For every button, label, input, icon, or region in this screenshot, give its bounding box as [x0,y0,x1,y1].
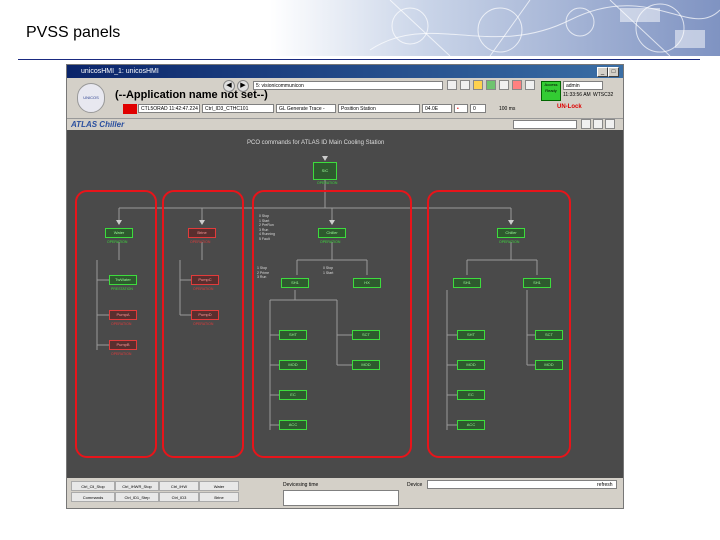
status-cell[interactable]: Brine [199,492,239,502]
slide-title: PVSS panels [26,24,121,41]
status-cell[interactable]: Ctrl_IHW [159,481,199,491]
node-ec[interactable]: EC [279,390,307,400]
node-pump1-status: OPERATION [111,322,132,326]
banner-graphic [270,0,720,56]
stop-icon[interactable] [512,80,522,90]
window-titlebar: unicosHMI_1: unicosHMI [67,65,623,78]
next-panel-icon[interactable] [593,119,603,129]
device-field[interactable] [427,480,617,489]
alarm-description: GL Generate Trace - Item1 [276,104,336,113]
forward-arrow-icon[interactable]: ▶ [237,80,249,92]
print-icon[interactable] [460,80,470,90]
node-sh2[interactable]: SH1 [453,278,481,288]
node-ec-2[interactable]: EC [457,390,485,400]
hmi-window: unicosHMI_1: unicosHMI _ □ UNICOS (--App… [66,64,624,509]
node-pump1[interactable]: PumpA [109,310,137,320]
status-cell[interactable]: Ctrl_IHWR_Stop [115,481,159,491]
node-chiller-2-status: OPERATION [499,240,520,244]
value-field: 04.0E [422,104,452,113]
access-status-badge: Access Ready [541,81,561,101]
url-field[interactable]: 5: visionicommunicon [253,81,443,90]
input-arrow-icon [116,220,122,225]
window-title: unicosHMI_1: unicosHMI [81,68,159,75]
device-label: Device [407,482,423,488]
refresh-button[interactable]: refresh [597,482,613,488]
node-acc[interactable]: ACC [279,420,307,430]
user-field[interactable]: admin [563,81,603,90]
node-mod-2[interactable]: MOD [352,360,380,370]
status-cell[interactable]: Ctrl_Cli_Stop [71,481,115,491]
node-sht-2[interactable]: SHT [457,330,485,340]
clock-time: 11:33:56 AM [563,92,591,98]
alarm-flag: • [454,104,468,113]
node-sic-status: OPERATION [317,181,338,185]
command-list-b: 1 Stop 2 Prime 3 Run [257,266,270,279]
close-panel-icon[interactable] [605,119,615,129]
node-mod-3[interactable]: MOD [457,360,485,370]
folder-icon[interactable] [473,80,483,90]
status-cell[interactable]: Ctrl_ID3 [159,492,199,502]
node-name: WTSC32 [593,92,614,98]
node-twater-status: PRESTATION [111,287,133,291]
alarm-device: Ctrl_ID3_CTHC101 [202,104,274,113]
atlas-chiller-label: ATLAS Chiller [71,120,125,129]
node-acc-2[interactable]: ACC [457,420,485,430]
status-cell[interactable]: Water [199,481,239,491]
help-icon[interactable] [525,80,535,90]
node-sh3[interactable]: SH1 [523,278,551,288]
input-arrow-icon [508,220,514,225]
unicos-logo: UNICOS [77,83,105,113]
position-field: Position Station [338,104,420,113]
title-divider [18,59,700,60]
node-pump4[interactable]: PumpD [191,310,219,320]
node-water[interactable]: Water [105,228,133,238]
node-brine-status: OPERATION [190,240,211,244]
status-cell[interactable]: Ctrl_ID1_Step [115,492,159,502]
command-list-a: 0 Stop 1 Start 2 PreRun 3 Run 4 Running 5 Fa… [259,214,275,241]
filter-label: Devicesing time [283,482,319,488]
refresh-icon[interactable] [486,80,496,90]
node-pump2-status: OPERATION [111,352,132,356]
node-pump4-status: OPERATION [193,322,214,326]
status-cell[interactable]: Commands [71,492,115,502]
rate-label: 100 ms [499,106,516,112]
node-chiller-1-status: OPERATION [320,240,341,244]
node-pump2[interactable]: PumpB [109,340,137,350]
prev-panel-icon[interactable] [581,119,591,129]
toolbar: UNICOS (--Application name not set--) ◀ … [67,79,623,117]
node-pump3-status: OPERATION [193,287,214,291]
node-hx[interactable]: HX [353,278,381,288]
node-twater[interactable]: TwWater [109,275,137,285]
node-pump3[interactable]: PumpC [191,275,219,285]
bottom-status-area: Ctrl_Cli_Stop Ctrl_IHWR_Stop Ctrl_IHW Wa… [67,478,623,508]
alarm-timestamp: CTL5ORAD 11:42:47.224 [138,104,200,113]
command-list-c: 0 Stop 1 Start [323,266,334,275]
node-sic[interactable]: SIC [313,162,337,180]
node-mod-4[interactable]: MOD [535,360,563,370]
node-sht[interactable]: SHT [279,330,307,340]
node-brine[interactable]: Brine [188,228,216,238]
node-water-status: OPERATION [107,240,128,244]
node-sh1[interactable]: SH1 [281,278,309,288]
node-chiller-1[interactable]: Chiller [318,228,346,238]
atlas-bar: ATLAS Chiller [67,118,623,130]
input-arrow-icon [322,156,328,161]
back-arrow-icon[interactable]: ◀ [223,80,235,92]
maximize-button[interactable]: □ [608,67,619,77]
node-sct-2[interactable]: SCT [535,330,563,340]
unlock-button[interactable]: UN-Lock [557,104,582,110]
synoptic-panel: PCO commands for ATLAS ID Main Cooling S… [67,130,623,478]
input-arrow-icon [329,220,335,225]
log-area[interactable] [283,490,399,506]
input-arrow-icon [199,220,205,225]
panel-select[interactable] [513,120,577,129]
dropdown-icon[interactable] [447,80,457,90]
node-mod[interactable]: MOD [279,360,307,370]
alarm-icon[interactable] [499,80,509,90]
count-field: 0 [470,104,486,113]
node-chiller-2[interactable]: Chiller [497,228,525,238]
minimize-button[interactable]: _ [597,67,608,77]
alarm-indicator [123,104,137,114]
node-sct[interactable]: SCT [352,330,380,340]
